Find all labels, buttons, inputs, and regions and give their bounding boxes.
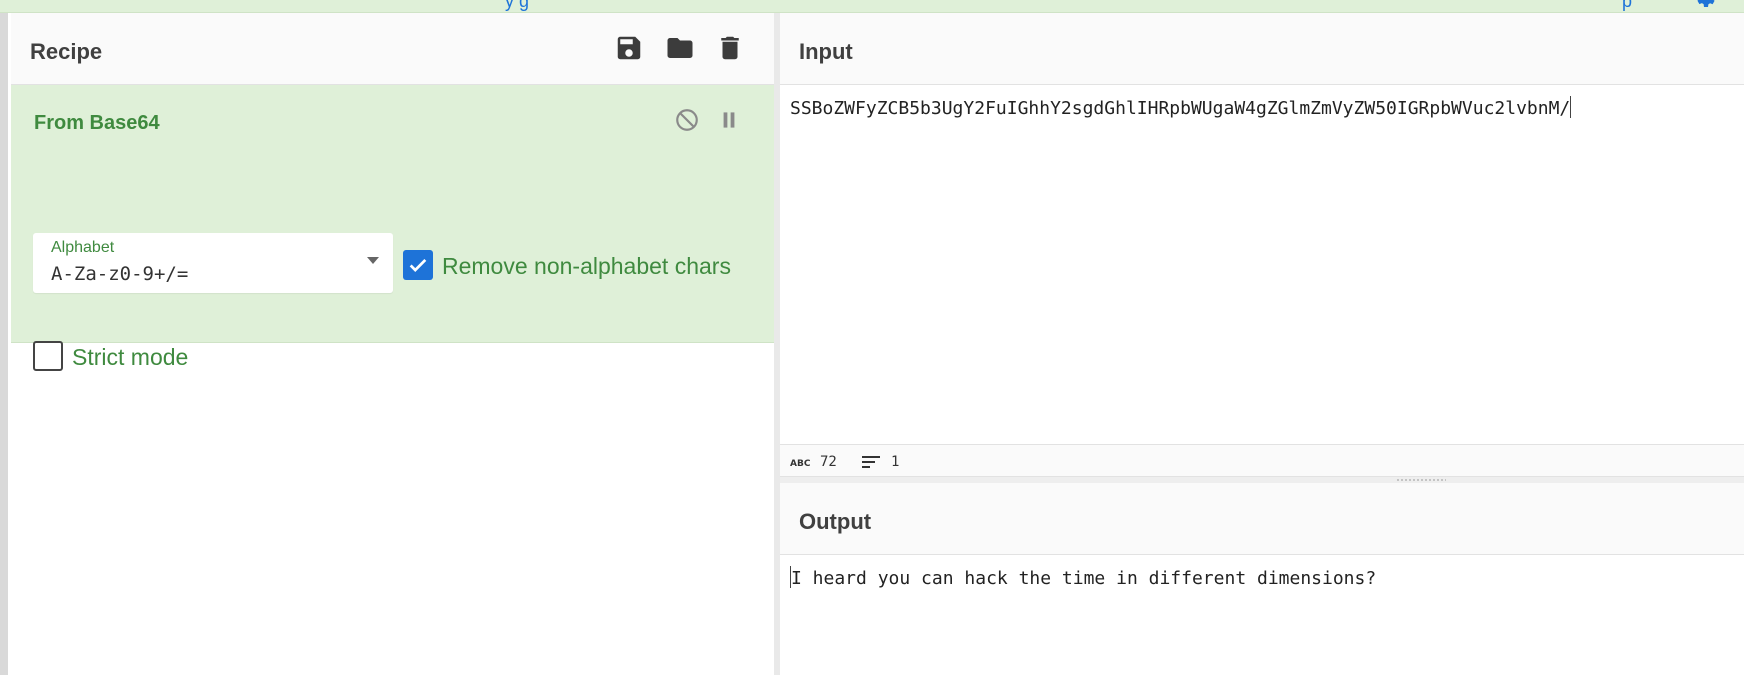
strict-mode-label[interactable]: Strict mode — [72, 344, 188, 371]
recipe-panel: Recipe From Base64 Alphabet A-Za-z0-9+/=… — [11, 13, 774, 675]
input-line-count: 1 — [891, 454, 900, 470]
input-length: 72 — [820, 454, 837, 470]
operation-from-base64[interactable]: From Base64 Alphabet A-Za-z0-9+/= Remove… — [11, 85, 774, 371]
output-textarea[interactable]: I heard you can hack the time in differe… — [790, 566, 1376, 589]
window-edge — [0, 13, 8, 675]
pause-icon — [723, 112, 735, 128]
trash-icon — [721, 36, 739, 60]
recipe-header: Recipe — [11, 13, 774, 85]
remove-non-alphabet-checkbox[interactable] — [403, 250, 433, 280]
disable-operation-button[interactable] — [672, 105, 702, 135]
menu-link-partial[interactable]: y g — [505, 0, 529, 12]
input-header: Input — [780, 13, 1744, 85]
remove-non-alphabet-label[interactable]: Remove non-alphabet chars — [442, 253, 731, 280]
input-title: Input — [799, 39, 853, 64]
load-recipe-button[interactable] — [663, 31, 697, 65]
resize-grip-icon[interactable] — [1396, 479, 1446, 481]
save-icon — [617, 36, 641, 60]
input-status-bar: ABC 72 1 — [780, 444, 1744, 477]
gear-icon[interactable] — [1690, 0, 1720, 10]
chevron-down-icon — [367, 257, 379, 264]
alphabet-value: A-Za-z0-9+/= — [51, 263, 189, 285]
folder-icon — [667, 38, 693, 58]
svg-text:ABC: ABC — [790, 459, 810, 467]
top-menu-bar: y g p — [0, 0, 1744, 13]
text-cursor — [1570, 96, 1572, 118]
operation-title: From Base64 — [34, 112, 160, 134]
output-text: I heard you can hack the time in differe… — [791, 568, 1377, 589]
save-recipe-button[interactable] — [612, 31, 646, 65]
strict-mode-checkbox[interactable] — [33, 341, 63, 371]
clear-recipe-button[interactable] — [713, 31, 747, 65]
output-header: Output — [780, 483, 1744, 555]
check-icon — [409, 258, 427, 272]
io-panel: Input SSBoZWFyZCB5b3UgY2FuIGhhY2sgdGhlIH… — [780, 13, 1744, 675]
alphabet-select[interactable]: Alphabet A-Za-z0-9+/= — [33, 233, 393, 293]
lines-icon — [862, 456, 880, 468]
menu-link-partial-right[interactable]: p — [1622, 0, 1632, 12]
disable-icon — [676, 109, 698, 131]
alphabet-label: Alphabet — [51, 239, 115, 256]
input-textarea[interactable]: SSBoZWFyZCB5b3UgY2FuIGhhY2sgdGhlIHRpbWUg… — [790, 96, 1572, 119]
breakpoint-button[interactable] — [714, 105, 744, 135]
output-title: Output — [799, 509, 872, 534]
recipe-title: Recipe — [30, 39, 103, 64]
input-text: SSBoZWFyZCB5b3UgY2FuIGhhY2sgdGhlIHRpbWUg… — [790, 98, 1571, 119]
abc-length-icon: ABC — [790, 459, 810, 467]
